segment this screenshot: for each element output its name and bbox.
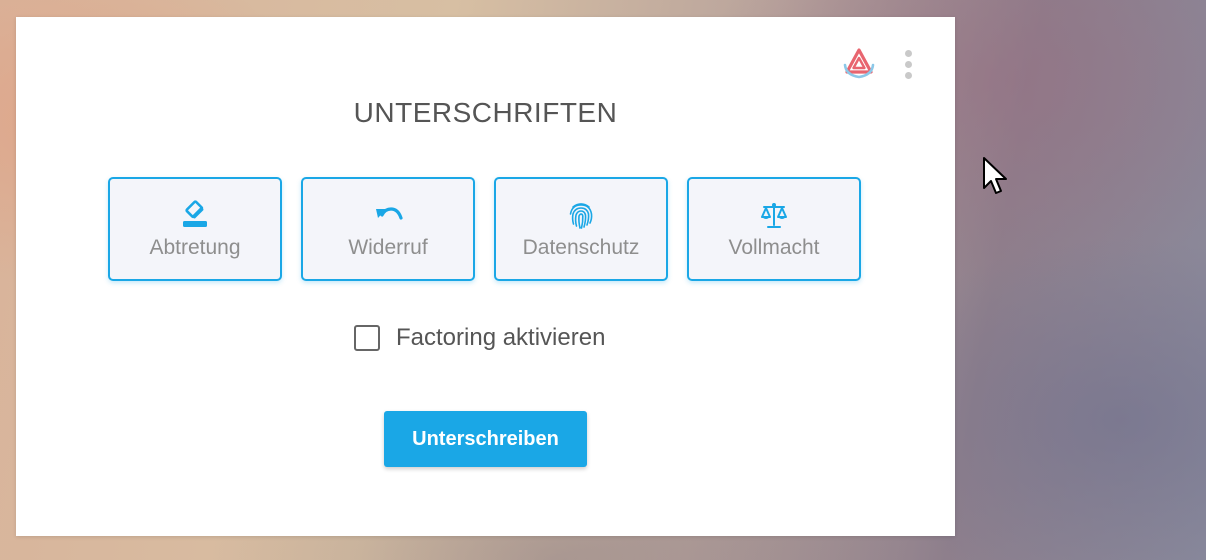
mouse-pointer-icon <box>983 157 1007 194</box>
signature-vollmacht-button[interactable]: Vollmacht <box>687 177 861 281</box>
more-vertical-icon-dot <box>904 71 912 79</box>
signature-widerruf-button[interactable]: Widerruf <box>301 177 475 281</box>
eraser-icon <box>183 200 207 227</box>
signature-type-grid: Abtretung Widerruf Datenschutz Vollmacht <box>108 177 861 281</box>
factoring-toggle[interactable]: Factoring aktivieren <box>354 324 605 352</box>
balance-scale-icon <box>761 203 787 228</box>
signature-datenschutz-button[interactable]: Datenschutz <box>494 177 668 281</box>
fingerprint-icon <box>569 203 593 229</box>
brand-logo-icon <box>843 48 875 79</box>
sign-submit-button[interactable]: Unterschreiben <box>384 411 587 467</box>
signature-vollmacht-label: Vollmacht <box>728 236 820 259</box>
signature-card: UNTERSCHRIFTEN Abtretung Widerruf Datens… <box>16 17 955 536</box>
more-vertical-icon-dot <box>904 60 912 68</box>
signature-datenschutz-label: Datenschutz <box>522 236 640 259</box>
undo-icon <box>376 207 403 220</box>
page-title: UNTERSCHRIFTEN <box>353 97 618 128</box>
factoring-checkbox[interactable] <box>354 325 380 351</box>
signature-widerruf-label: Widerruf <box>348 236 428 259</box>
signature-abtretung-button[interactable]: Abtretung <box>108 177 282 281</box>
signature-abtretung-label: Abtretung <box>149 236 241 259</box>
factoring-label: Factoring aktivieren <box>396 324 606 351</box>
more-menu-button[interactable] <box>896 47 920 81</box>
more-vertical-icon <box>904 49 912 57</box>
